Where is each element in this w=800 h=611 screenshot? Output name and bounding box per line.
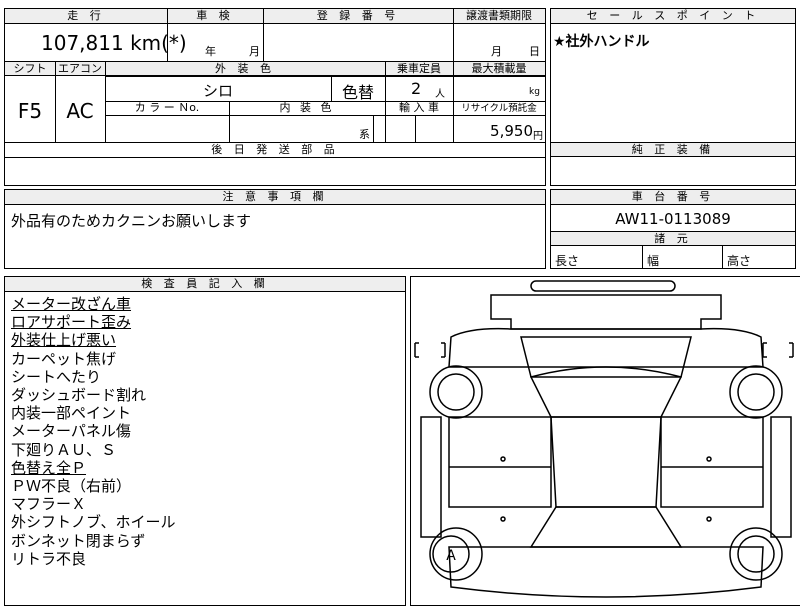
windshield-outline — [529, 506, 683, 548]
inspector-lines: メーター改ざん車 ロアサポート歪み 外装仕上げ悪い カーペット焦げ シートへたり ダッシュ… — [11, 295, 176, 568]
inspector-line: 外シフトノブ、ホイール — [11, 513, 176, 532]
transfer-day-label: 日 — [529, 45, 540, 58]
inspector-line: シートへたり — [11, 367, 102, 386]
inspector-line: リトラ不良 — [11, 549, 87, 568]
chassis-number: AW11-0113089 — [615, 210, 731, 228]
length-label: 長さ — [555, 254, 580, 268]
header-import: 輸 入 車 — [399, 101, 439, 114]
rear-bumper-outline — [490, 294, 722, 330]
inspector-line: メーターパネル傷 — [11, 422, 131, 441]
right-door-outline — [660, 416, 764, 508]
inspector-line: 下廻りＡＵ、Ｓ — [11, 440, 117, 459]
inspection-month-label: 月 — [249, 45, 260, 58]
interior-color-unit: 系 — [359, 128, 370, 141]
notes-box: 注 意 事 項 欄 外品有のためカクニンお願いします — [4, 189, 546, 269]
left-door-handle — [500, 456, 506, 462]
inspector-line: ボンネット閉まらず — [11, 531, 146, 550]
header-capacity: 乗車定員 — [397, 62, 441, 75]
notes-text: 外品有のためカクニンお願いします — [11, 212, 252, 230]
header-exterior-color: 外 装 色 — [215, 62, 275, 75]
header-interior-color: 内 装 色 — [279, 101, 335, 114]
inspector-line: ロアサポート歪み — [11, 313, 132, 332]
header-later-parts: 後 日 発 送 部 品 — [211, 143, 339, 156]
inspector-box: 検 査 員 記 入 欄 メーター改ざん車 ロアサポート歪み 外装仕上げ悪い カーペット… — [4, 276, 406, 606]
inspector-line: カーペット焦げ — [11, 349, 117, 368]
header-mileage: 走 行 — [67, 9, 105, 22]
car-diagram-box: A — [410, 276, 800, 606]
header-shift: シフト — [13, 62, 47, 75]
left-door-outline — [448, 416, 552, 508]
genuine-equipment-header: 純 正 装 備 — [551, 142, 795, 157]
width-label: 幅 — [647, 254, 660, 268]
inspector-line: 色替え全Ｐ — [11, 458, 87, 477]
sales-points-box: セ ー ル ス ポ イ ン ト ★社外ハンドル 純 正 装 備 — [550, 8, 796, 186]
roof-outline — [550, 416, 662, 508]
header-aircon: エアコン — [58, 62, 102, 75]
inspector-line: メーター改ざん車 — [11, 295, 132, 313]
right-door-handle — [706, 456, 712, 462]
header-recycle: リサイクル預託金 — [461, 103, 537, 114]
header-color-no: カ ラ ー Ｎo. — [134, 101, 200, 114]
rear-window-outline — [520, 336, 692, 378]
exterior-color-value: シロ — [202, 82, 233, 100]
rear-body-outline — [448, 327, 764, 368]
shift-value: F5 — [17, 99, 43, 123]
tire-mark-label: A — [446, 548, 456, 564]
header-inspection: 車 検 — [196, 9, 234, 22]
aircon-value: AC — [66, 99, 94, 123]
inspector-line: マフラーＸ — [11, 495, 87, 514]
height-label: 高さ — [727, 254, 752, 268]
sales-points-header: セ ー ル ス ポ イ ン ト — [551, 9, 795, 24]
mileage-value: 107,811 km(*) — [41, 31, 187, 55]
front-left-wheel — [429, 527, 483, 581]
header-transfer-deadline: 譲渡書類期限 — [466, 9, 532, 22]
inspector-line: 外装仕上げ悪い — [11, 331, 117, 350]
max-load-unit: kg — [529, 87, 540, 97]
hood-outline — [448, 546, 764, 598]
recycle-fee-value: 5,950 — [490, 122, 533, 140]
sales-points-text: ★社外ハンドル — [553, 34, 650, 50]
chassis-header: 車 台 番 号 — [551, 190, 795, 205]
transfer-month-label: 月 — [491, 45, 502, 58]
capacity-unit: 人 — [435, 89, 445, 100]
inspector-header: 検 査 員 記 入 欄 — [5, 277, 405, 292]
inspection-year-label: 年 — [205, 45, 216, 58]
car-diagram: A — [414, 280, 794, 598]
spoiler-outline — [530, 280, 676, 292]
inspector-line: 内装一部ペイント — [11, 404, 132, 423]
right-side-outline — [770, 416, 792, 538]
inspector-line: ＰＷ不良（右前） — [11, 477, 132, 496]
header-max-load: 最大積載量 — [471, 62, 527, 75]
inspector-line: ダッシュボード割れ — [11, 386, 147, 405]
left-side-outline — [420, 416, 442, 538]
header-registration: 登 録 番 号 — [316, 9, 400, 22]
rear-glass-outline — [529, 366, 683, 418]
recycle-fee-unit: 円 — [533, 131, 543, 142]
spec-header: 諸 元 — [551, 231, 795, 246]
main-spec-table: 走 行 車 検 登 録 番 号 譲渡書類期限 107,811 km(*) 年 月… — [4, 8, 546, 186]
color-change-label: 色替 — [341, 83, 374, 102]
notes-header: 注 意 事 項 欄 — [5, 190, 545, 205]
chassis-box: 車 台 番 号 AW11-0113089 諸 元 長さ 幅 高さ — [550, 189, 796, 269]
capacity-value: 2 — [411, 79, 422, 98]
